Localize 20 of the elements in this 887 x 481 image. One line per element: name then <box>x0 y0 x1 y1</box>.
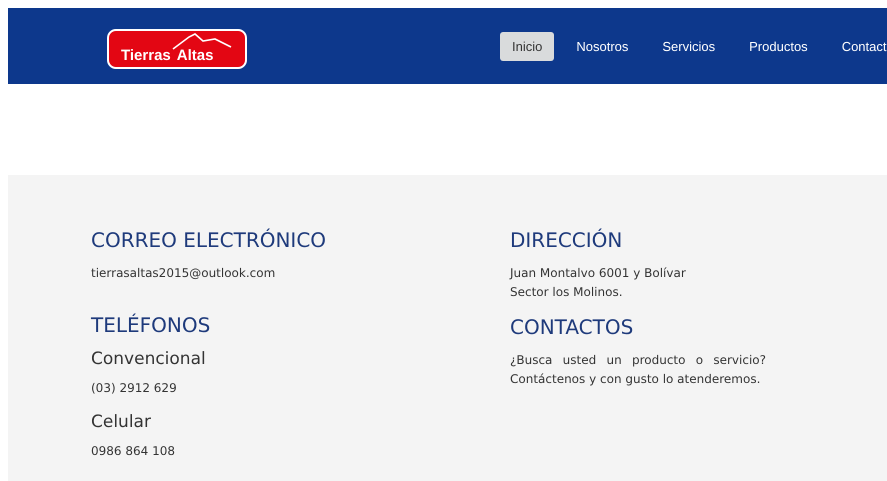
nav-link[interactable]: Productos <box>737 32 820 60</box>
subheading: Celular <box>91 412 151 432</box>
info-text: 0986 864 108 <box>91 443 175 460</box>
section-heading: DIRECCIÓN <box>510 228 622 252</box>
nav-link[interactable]: Contact <box>830 32 887 60</box>
logo-text: Altas <box>176 46 214 64</box>
section-heading: CONTACTOS <box>510 315 634 339</box>
nav-link[interactable]: Servicios <box>650 32 728 60</box>
subheading: Convencional <box>91 349 206 369</box>
logo[interactable]: Tierras Altas <box>107 29 247 69</box>
section-heading: CORREO ELECTRÓNICO <box>91 228 326 252</box>
info-paragraph: ¿Busca usted un producto o servicio? Contáctenos y con gusto lo atenderemos. <box>510 352 766 388</box>
info-text: Sector los Molinos. <box>510 284 623 301</box>
info-text: tierrasaltas2015@outlook.com <box>91 265 276 282</box>
nav-link[interactable]: Nosotros <box>564 32 640 60</box>
logo-text: Tierras <box>121 46 171 64</box>
nav-link[interactable]: Inicio <box>500 32 554 60</box>
info-text: (03) 2912 629 <box>91 380 177 397</box>
info-text: Juan Montalvo 6001 y Bolívar <box>510 265 686 282</box>
section-heading: TELÉFONOS <box>91 313 210 337</box>
